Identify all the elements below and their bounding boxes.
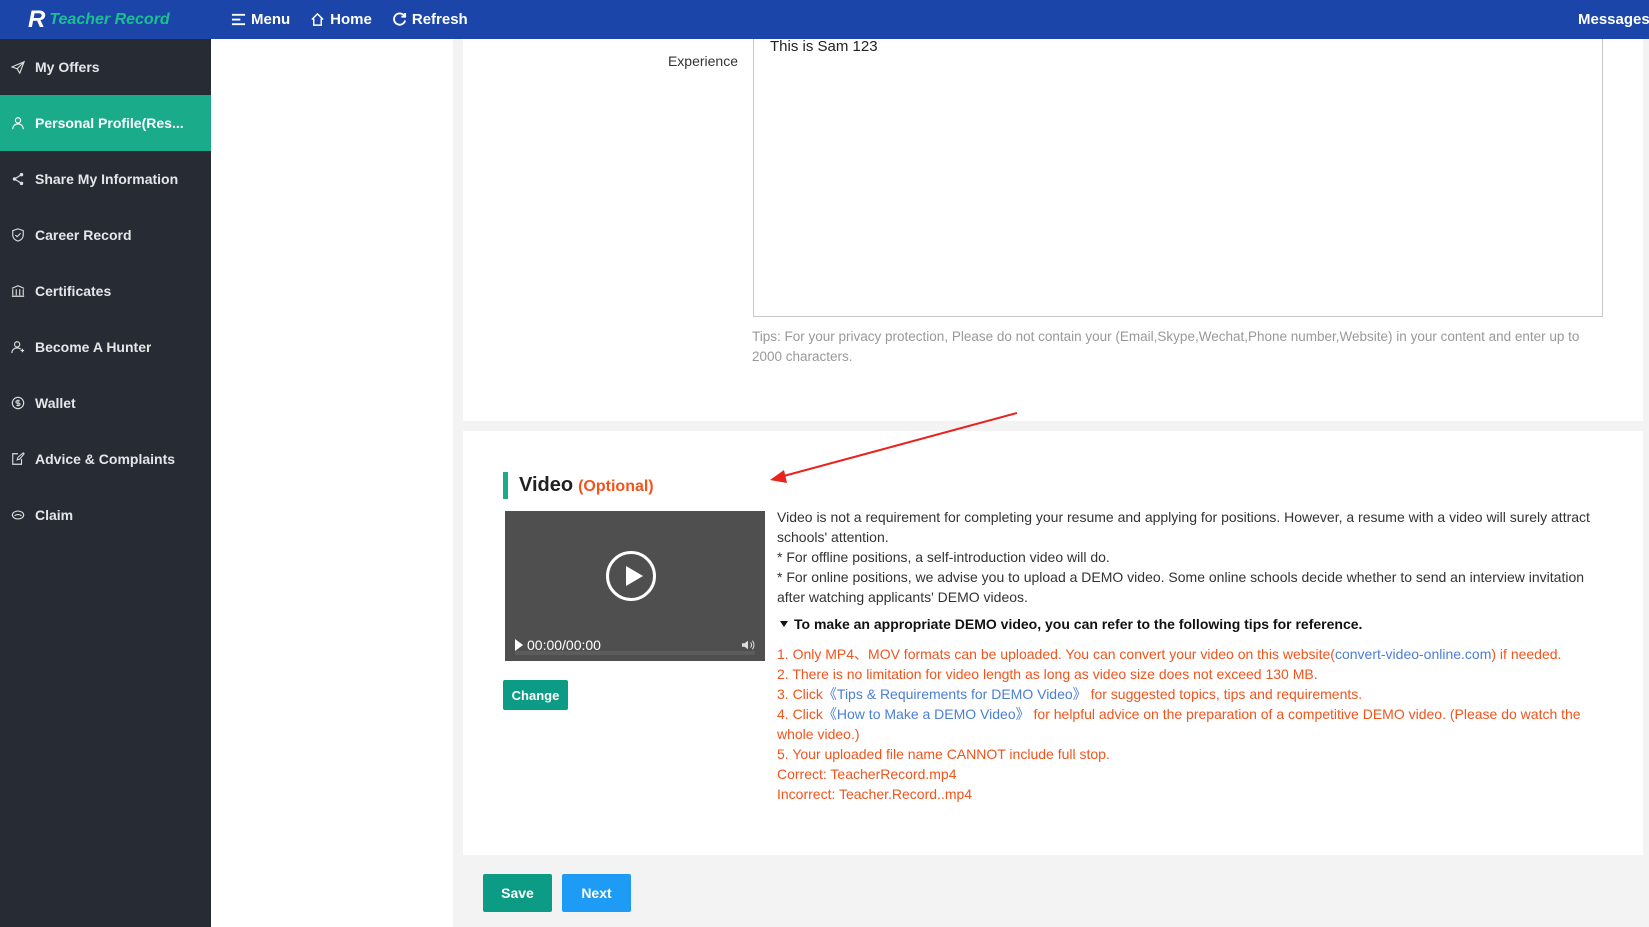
- sidebar-item-label: Claim: [35, 507, 74, 523]
- sidebar-item-label: Personal Profile(Res...: [35, 115, 184, 131]
- tip-text: 4. Click: [777, 706, 823, 722]
- demo-tips-heading-text: To make an appropriate DEMO video, you c…: [794, 616, 1363, 632]
- logo[interactable]: R Teacher Record: [0, 0, 211, 39]
- optional-tag: (Optional): [578, 478, 654, 495]
- convert-video-link[interactable]: convert-video-online.com: [1335, 646, 1491, 662]
- desc-line: * For offline positions, a self-introduc…: [777, 549, 1110, 565]
- sidebar-item-my-offers[interactable]: My Offers: [0, 39, 211, 95]
- logo-mark: R: [28, 5, 46, 33]
- video-description: Video is not a requirement for completin…: [777, 507, 1607, 607]
- person-icon: [12, 117, 24, 130]
- tip-item: Incorrect: Teacher.Record..mp4: [777, 786, 973, 802]
- video-section-title: Video (Optional): [503, 472, 654, 499]
- menu-button[interactable]: Menu: [231, 11, 290, 28]
- sidebar-item-label: Become A Hunter: [35, 339, 152, 355]
- triangle-down-icon: [780, 621, 788, 627]
- tip-text: for suggested topics, tips and requireme…: [1090, 686, 1363, 702]
- sidebar-item-label: Career Record: [35, 227, 132, 243]
- menu-label: Menu: [251, 11, 291, 28]
- top-bar: R Teacher Record Menu Home Refresh Messa…: [0, 0, 1649, 39]
- menu-icon: [231, 13, 246, 26]
- home-button[interactable]: Home: [310, 11, 372, 28]
- progress-track[interactable]: [515, 651, 755, 655]
- messages-button[interactable]: Messages: [1574, 0, 1649, 39]
- home-label: Home: [330, 11, 372, 28]
- certificate-icon: [11, 285, 25, 297]
- sidebar-item-label: Advice & Complaints: [35, 451, 176, 467]
- content-left-panel: [211, 39, 453, 927]
- play-circle-icon[interactable]: [606, 551, 656, 601]
- logo-text: Teacher Record: [49, 10, 170, 28]
- sidebar-item-label: Share My Information: [35, 171, 179, 187]
- person-hunter-icon: [11, 341, 25, 354]
- volume-icon[interactable]: [741, 639, 755, 651]
- sidebar-item-share-my-information[interactable]: Share My Information: [0, 151, 211, 207]
- edit-doc-icon: [12, 452, 25, 465]
- experience-label: Experience: [664, 47, 738, 69]
- tip-item: Correct: TeacherRecord.mp4: [777, 766, 957, 782]
- play-small-icon[interactable]: [515, 639, 523, 651]
- tip-text: ) if needed.: [1491, 646, 1562, 662]
- refresh-label: Refresh: [411, 11, 468, 28]
- sidebar-item-label: Wallet: [35, 395, 76, 411]
- paper-plane-icon: [11, 60, 25, 74]
- sidebar-item-certificates[interactable]: Certificates: [0, 263, 211, 319]
- tip-text: 1. Only MP4、MOV formats can be uploaded.…: [777, 646, 1335, 662]
- player-controls: 00:00/00:00: [505, 629, 765, 661]
- shield-icon: [12, 228, 24, 242]
- home-icon: [311, 12, 324, 26]
- tip-item: 3. Click《Tips & Requirements for DEMO Vi…: [777, 684, 1607, 704]
- video-title: Video: [519, 474, 574, 496]
- refresh-icon: [393, 12, 406, 26]
- change-video-button[interactable]: Change: [503, 680, 568, 710]
- demo-tips-list: 1. Only MP4、MOV formats can be uploaded.…: [777, 644, 1607, 804]
- sidebar-item-advice-complaints[interactable]: Advice & Complaints: [0, 431, 211, 487]
- experience-textarea[interactable]: This is Sam 123: [753, 39, 1603, 317]
- messages-label: Messages: [1578, 11, 1649, 28]
- sidebar-item-wallet[interactable]: Wallet: [0, 375, 211, 431]
- desc-line: Video is not a requirement for completin…: [777, 509, 1590, 545]
- top-nav: Menu Home Refresh: [211, 11, 488, 28]
- privacy-tips: Tips: For your privacy protection, Pleas…: [752, 329, 1580, 364]
- sidebar-item-become-a-hunter[interactable]: Become A Hunter: [0, 319, 211, 375]
- next-button[interactable]: Next: [562, 874, 631, 912]
- sidebar: My Offers Personal Profile(Res... Share …: [0, 39, 211, 927]
- dollar-icon: [11, 396, 25, 410]
- claim-icon: [11, 510, 25, 520]
- sidebar-item-personal-profile[interactable]: Personal Profile(Res...: [0, 95, 211, 151]
- tip-text: 3. Click: [777, 686, 823, 702]
- how-to-make-demo-link[interactable]: 《How to Make a DEMO Video》: [823, 706, 1030, 722]
- share-icon: [12, 172, 24, 186]
- experience-label-text: Experience: [667, 53, 738, 69]
- tip-item: 5. Your uploaded file name CANNOT includ…: [777, 746, 1110, 762]
- desc-line: * For online positions, we advise you to…: [777, 569, 1585, 605]
- sidebar-item-claim[interactable]: Claim: [0, 487, 211, 543]
- sidebar-item-label: Certificates: [35, 283, 112, 299]
- tip-item: 2. There is no limitation for video leng…: [777, 666, 1318, 682]
- tips-requirements-link[interactable]: 《Tips & Requirements for DEMO Video》: [823, 686, 1087, 702]
- sidebar-item-label: My Offers: [35, 59, 100, 75]
- save-button[interactable]: Save: [483, 874, 552, 912]
- tip-item: 4. Click《How to Make a DEMO Video》 for h…: [777, 704, 1607, 744]
- sidebar-item-career-record[interactable]: Career Record: [0, 207, 211, 263]
- demo-tips-heading[interactable]: To make an appropriate DEMO video, you c…: [780, 616, 1362, 632]
- tip-item: 1. Only MP4、MOV formats can be uploaded.…: [777, 644, 1607, 664]
- refresh-button[interactable]: Refresh: [392, 11, 468, 28]
- video-player[interactable]: 00:00/00:00: [505, 511, 765, 661]
